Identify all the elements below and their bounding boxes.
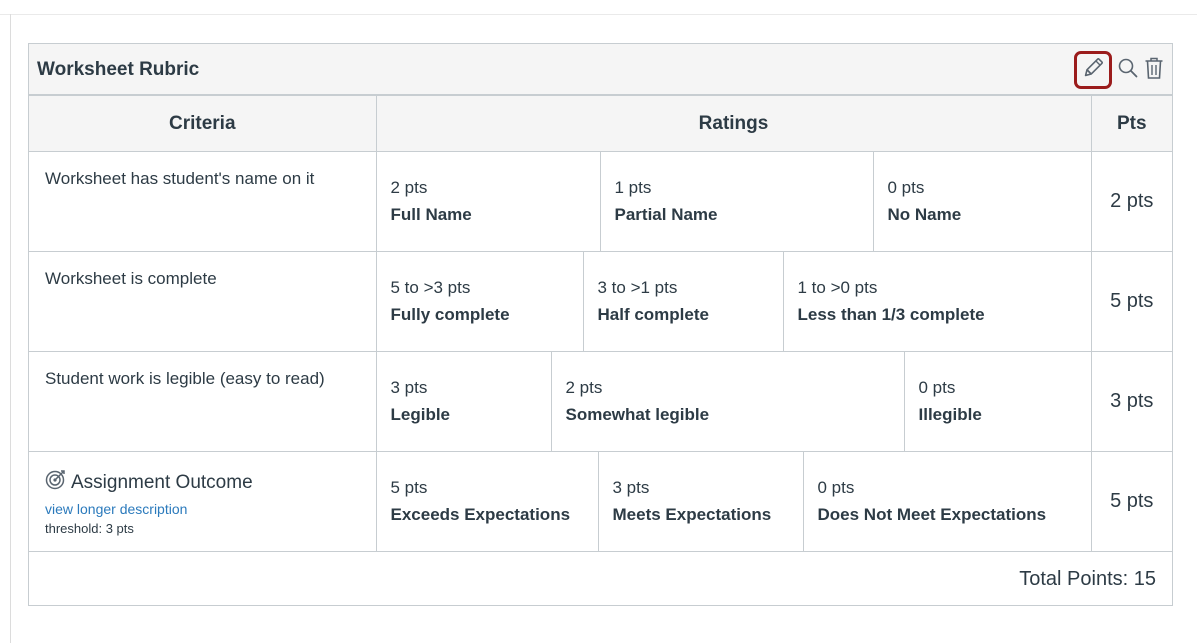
rating-tier: 5 to >3 pts Fully complete: [377, 252, 583, 351]
total-points: Total Points: 15: [29, 551, 1172, 608]
rating-tier: 3 pts Legible: [377, 352, 551, 451]
rating-description: Less than 1/3 complete: [797, 305, 985, 325]
criterion-points: 3 pts: [1090, 351, 1172, 452]
criteria-column-header: Criteria: [29, 95, 377, 152]
rating-tier: 3 pts Meets Expectations: [597, 452, 803, 551]
criterion-description: Worksheet is complete: [29, 251, 377, 352]
rubric-panel: Worksheet Rubric Criteria Ratings Pts Wo…: [28, 43, 1173, 608]
rating-points: 5 to >3 pts: [390, 278, 471, 297]
rubric-title: Worksheet Rubric: [37, 59, 200, 80]
pts-column-header: Pts: [1090, 95, 1172, 152]
criterion-description: Student work is legible (easy to read): [29, 351, 377, 452]
rating-tier: 1 to >0 pts Less than 1/3 complete: [782, 252, 1091, 351]
rating-description: No Name: [887, 205, 962, 225]
criterion-ratings: 3 pts Legible 2 pts Somewhat legible 0 p…: [375, 351, 1092, 452]
rating-points: 3 to >1 pts: [597, 278, 678, 297]
rating-tier: 1 pts Partial Name: [599, 152, 873, 251]
criterion-row: Worksheet has student's name on it 2 pts…: [29, 151, 1172, 252]
rating-tier: 0 pts Illegible: [903, 352, 1091, 451]
rubric-table: Criteria Ratings Pts Worksheet has stude…: [29, 95, 1172, 608]
rating-points: 0 pts: [887, 178, 925, 197]
rating-points: 2 pts: [565, 378, 603, 397]
rating-description: Somewhat legible: [565, 405, 710, 425]
edit-rubric-button[interactable]: [1074, 51, 1112, 89]
rating-points: 3 pts: [390, 378, 428, 397]
rating-tier: 3 to >1 pts Half complete: [582, 252, 783, 351]
search-rubric-button[interactable]: [1116, 58, 1140, 82]
trash-icon: [1143, 56, 1165, 85]
rating-points: 1 to >0 pts: [797, 278, 878, 297]
rating-description: Illegible: [918, 405, 982, 425]
view-longer-description-link[interactable]: view longer description: [45, 501, 187, 519]
criterion-row: Student work is legible (easy to read) 3…: [29, 351, 1172, 452]
criterion-points: 5 pts: [1090, 251, 1172, 352]
outcome-points: 5 pts: [1090, 451, 1172, 552]
rating-tier: 2 pts Full Name: [377, 152, 600, 251]
rating-points: 0 pts: [918, 378, 956, 397]
rating-description: Half complete: [597, 305, 709, 325]
outcome-row: Assignment Outcome view longer descripti…: [29, 451, 1172, 552]
outcome-title: Assignment Outcome: [71, 471, 253, 493]
rating-description: Fully complete: [390, 305, 510, 325]
delete-rubric-button[interactable]: [1142, 56, 1166, 85]
search-icon: [1117, 57, 1139, 84]
rating-points: 3 pts: [612, 478, 650, 497]
rating-description: Does Not Meet Expectations: [817, 505, 1047, 525]
page-left-divider: [10, 14, 11, 643]
page-top-divider: [0, 14, 1197, 15]
criterion-ratings: 5 to >3 pts Fully complete 3 to >1 pts H…: [375, 251, 1092, 352]
criterion-ratings: 2 pts Full Name 1 pts Partial Name 0 pts…: [375, 151, 1092, 252]
outcome-ratings: 5 pts Exceeds Expectations 3 pts Meets E…: [375, 451, 1092, 552]
rating-description: Partial Name: [614, 205, 718, 225]
rating-points: 0 pts: [817, 478, 855, 497]
criterion-row: Worksheet is complete 5 to >3 pts Fully …: [29, 251, 1172, 352]
rating-tier: 0 pts No Name: [872, 152, 1091, 251]
pencil-icon: [1081, 56, 1105, 85]
rating-description: Full Name: [390, 205, 472, 225]
criterion-description: Worksheet has student's name on it: [29, 151, 377, 252]
outcome-criterion: Assignment Outcome view longer descripti…: [29, 451, 377, 552]
rating-points: 2 pts: [390, 178, 428, 197]
total-row: Total Points: 15: [29, 551, 1172, 608]
outcome-threshold: threshold: 3 pts: [45, 521, 134, 536]
rubric-actions: [1074, 51, 1166, 89]
rating-description: Exceeds Expectations: [390, 505, 571, 525]
outcome-target-icon: [45, 468, 67, 497]
rating-description: Legible: [390, 405, 451, 425]
criterion-points: 2 pts: [1090, 151, 1172, 252]
rating-points: 5 pts: [390, 478, 428, 497]
ratings-column-header: Ratings: [375, 95, 1092, 152]
rating-tier: 0 pts Does Not Meet Expectations: [802, 452, 1091, 551]
rating-points: 1 pts: [614, 178, 652, 197]
rating-tier: 2 pts Somewhat legible: [550, 352, 904, 451]
rating-description: Meets Expectations: [612, 505, 772, 525]
rating-tier: 5 pts Exceeds Expectations: [377, 452, 598, 551]
rubric-header: Worksheet Rubric: [29, 44, 1172, 95]
